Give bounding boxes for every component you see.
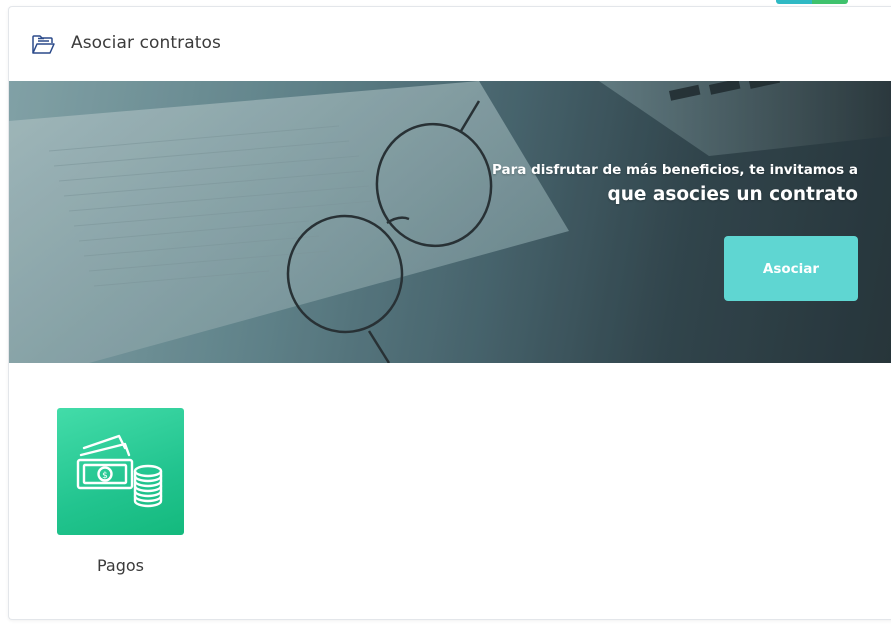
card-header: Asociar contratos <box>9 7 891 81</box>
corner-badge <box>776 0 848 4</box>
pagos-tile[interactable]: $ <box>57 408 184 535</box>
banner-subtitle: Para disfrutar de más beneficios, te inv… <box>491 162 858 178</box>
banner-background-image <box>9 81 891 363</box>
pagos-label[interactable]: Pagos <box>57 556 184 575</box>
svg-text:$: $ <box>102 471 108 481</box>
money-coins-icon: $ <box>76 434 163 508</box>
page: Asociar contratos Para disfrutar de más … <box>0 0 891 625</box>
folder-open-icon <box>30 32 56 58</box>
contracts-card: Asociar contratos Para disfrutar de más … <box>8 6 891 620</box>
banner-text: Para disfrutar de más beneficios, te inv… <box>492 162 858 205</box>
page-title: Asociar contratos <box>71 33 221 53</box>
banner-title: que asocies un contrato <box>607 184 858 205</box>
promo-banner: Para disfrutar de más beneficios, te inv… <box>9 81 891 363</box>
asociar-button[interactable]: Asociar <box>724 236 858 301</box>
